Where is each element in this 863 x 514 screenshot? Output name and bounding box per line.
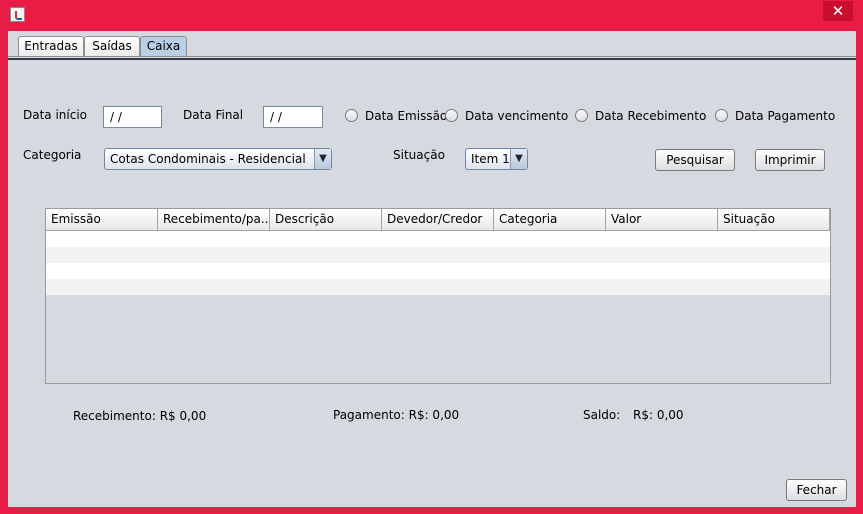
data-final-field[interactable]: / /: [263, 106, 323, 128]
column-header-categoria[interactable]: Categoria: [494, 209, 606, 231]
categoria-label: Categoria: [23, 148, 82, 162]
recebimento-total: Recebimento: R$ 0,00: [73, 409, 207, 423]
chevron-down-icon[interactable]: ▼: [510, 149, 527, 169]
column-header-descricao[interactable]: Descrição: [270, 209, 382, 231]
chevron-down-icon[interactable]: ▼: [314, 149, 331, 169]
situacao-selected-value: Item 1: [471, 152, 510, 166]
results-table[interactable]: Emissão Recebimento/pa... Descrição Deve…: [45, 208, 831, 384]
imprimir-button[interactable]: Imprimir: [755, 149, 825, 171]
radio-data-pagamento-label[interactable]: Data Pagamento: [735, 109, 835, 123]
table-header: Emissão Recebimento/pa... Descrição Deve…: [46, 209, 830, 231]
title-bar[interactable]: ✕: [0, 0, 863, 29]
table-row[interactable]: [46, 247, 830, 263]
table-row[interactable]: [46, 263, 830, 279]
data-inicio-label: Data início: [23, 108, 88, 122]
pagamento-total: Pagamento: R$: 0,00: [333, 408, 460, 422]
table-row[interactable]: [46, 279, 830, 295]
close-button[interactable]: ✕: [823, 1, 853, 21]
radio-data-vencimento-label[interactable]: Data vencimento: [465, 109, 568, 123]
table-row[interactable]: [46, 231, 830, 247]
tab-saidas[interactable]: Saídas: [84, 36, 140, 56]
column-header-emissao[interactable]: Emissão: [46, 209, 158, 231]
categoria-selected-value: Cotas Condominais - Residencial: [110, 152, 306, 166]
radio-data-pagamento[interactable]: [715, 109, 728, 122]
java-icon: [10, 7, 25, 22]
tab-caixa[interactable]: Caixa: [140, 36, 187, 56]
radio-data-emissao[interactable]: [345, 109, 358, 122]
application-window: ✕ Entradas Saídas Caixa Data início / / …: [0, 0, 863, 514]
column-header-situacao[interactable]: Situação: [718, 209, 830, 231]
situacao-combobox[interactable]: Item 1 ▼: [465, 148, 528, 170]
column-header-recebimento[interactable]: Recebimento/pa...: [158, 209, 270, 231]
radio-data-recebimento-label[interactable]: Data Recebimento: [595, 109, 706, 123]
pesquisar-button[interactable]: Pesquisar: [655, 149, 735, 171]
tab-divider: [8, 56, 856, 57]
saldo-value: R$: 0,00: [633, 408, 684, 422]
saldo-label: Saldo:: [583, 408, 621, 422]
radio-data-vencimento[interactable]: [445, 109, 458, 122]
data-final-label: Data Final: [183, 108, 244, 122]
tab-entradas[interactable]: Entradas: [18, 36, 84, 56]
radio-data-emissao-label[interactable]: Data Emissão: [365, 109, 447, 123]
client-area: Entradas Saídas Caixa Data início / / Da…: [8, 31, 856, 507]
categoria-combobox[interactable]: Cotas Condominais - Residencial ▼: [104, 148, 332, 170]
situacao-label: Situação: [393, 148, 445, 162]
column-header-devedor-credor[interactable]: Devedor/Credor: [382, 209, 494, 231]
tab-panel-border: [8, 58, 856, 60]
column-header-valor[interactable]: Valor: [606, 209, 718, 231]
fechar-button[interactable]: Fechar: [786, 479, 847, 501]
radio-data-recebimento[interactable]: [575, 109, 588, 122]
data-inicio-field[interactable]: / /: [103, 106, 162, 128]
